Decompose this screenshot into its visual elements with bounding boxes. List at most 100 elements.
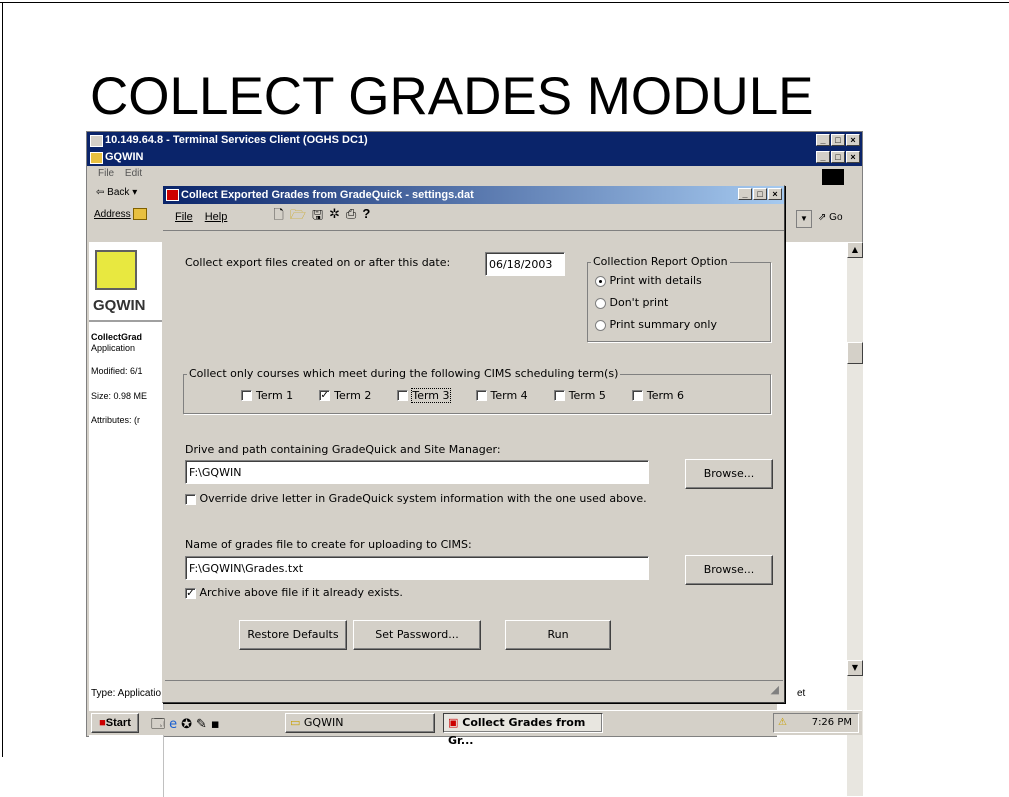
term-label: Term 2: [334, 389, 372, 402]
term-label: Term 3: [411, 388, 451, 403]
folder-icon: ▭: [290, 716, 301, 729]
close-button[interactable]: ×: [846, 134, 860, 146]
explorer-restore-button[interactable]: □: [831, 151, 845, 163]
task-collect-label: Collect Grades from Gr...: [448, 716, 586, 747]
radio-button[interactable]: [595, 275, 606, 287]
checkbox-checked[interactable]: ✓: [319, 390, 331, 401]
grades-file-field[interactable]: [185, 556, 649, 580]
task-gqwin-label: GQWIN: [303, 716, 344, 729]
dialog-title: Collect Exported Grades from GradeQuick …: [181, 189, 474, 201]
restore-defaults-button[interactable]: Restore Defaults: [239, 620, 347, 650]
explorer-menubar: File Edit: [88, 168, 848, 186]
slide-border-left: [2, 2, 3, 757]
terminal-titlebar: 10.149.64.8 - Terminal Services Client (…: [87, 132, 862, 149]
minimize-button[interactable]: _: [816, 134, 830, 146]
override-checkbox-row[interactable]: Override drive letter in GradeQuick syst…: [185, 492, 647, 505]
path-field[interactable]: [185, 460, 649, 484]
checkbox[interactable]: [475, 390, 487, 401]
media-icon[interactable]: ✎: [196, 717, 211, 732]
radio-label: Don't print: [609, 296, 669, 309]
terms-row: Term 1 ✓ Term 2 Term 3 Term 4 Term 5 Term…: [241, 388, 685, 403]
desktop-icon[interactable]: 🗔: [151, 717, 169, 732]
address-dropdown-icon[interactable]: ▼: [796, 210, 812, 228]
dialog-status-bar: ◢: [165, 680, 783, 701]
scroll-up-icon[interactable]: ▲: [847, 242, 863, 258]
date-label: Collect export files created on or after…: [185, 256, 451, 269]
dialog-maximize-button[interactable]: □: [753, 188, 767, 200]
scroll-down-icon[interactable]: ▼: [847, 660, 863, 676]
archive-checkbox[interactable]: ✓: [185, 587, 196, 599]
menu-file[interactable]: File: [98, 168, 114, 179]
set-password-button[interactable]: Set Password...: [353, 620, 481, 650]
menu-file[interactable]: File: [175, 211, 193, 223]
override-label: Override drive letter in GradeQuick syst…: [199, 492, 647, 505]
app-icon: [166, 189, 179, 201]
terminal-icon: [90, 135, 103, 147]
warning-icon[interactable]: ⚠: [778, 717, 787, 728]
term-4-checkbox[interactable]: Term 4: [475, 389, 528, 402]
scroll-thumb[interactable]: [847, 342, 863, 364]
status-text: Type: Applicatio: [91, 688, 162, 699]
status-right: et: [797, 688, 806, 699]
term-label: Term 6: [646, 389, 685, 402]
folder-heading: GQWIN: [93, 297, 146, 314]
task-gqwin[interactable]: ▭ GQWIN: [285, 713, 435, 733]
radio-button[interactable]: [595, 319, 606, 331]
checkbox[interactable]: [397, 390, 409, 401]
radio-button[interactable]: [595, 297, 606, 309]
slide-border: [0, 2, 1009, 3]
app-icon: ▣: [448, 716, 459, 729]
folder-large-icon: [95, 250, 137, 290]
dialog-toolbar: 🗋 🗁 🖫 ✲ ⎙ ?: [273, 206, 370, 228]
back-dropdown-icon[interactable]: ▾: [132, 187, 137, 198]
browse-grades-button[interactable]: Browse...: [685, 555, 773, 585]
run-button[interactable]: Run: [505, 620, 611, 650]
dialog-minimize-button[interactable]: _: [738, 188, 752, 200]
dialog-titlebar: Collect Exported Grades from GradeQuick …: [163, 186, 784, 204]
override-checkbox[interactable]: [185, 493, 196, 505]
dialog-close-button[interactable]: ×: [768, 188, 782, 200]
radio-dont-print[interactable]: Don't print: [595, 296, 668, 309]
date-field[interactable]: [485, 252, 565, 276]
ie-icon[interactable]: e: [169, 717, 181, 732]
file-attributes: Attributes: (r: [91, 415, 141, 425]
term-5-checkbox[interactable]: Term 5: [553, 389, 606, 402]
radio-print-details[interactable]: Print with details: [595, 274, 702, 287]
browse-path-button[interactable]: Browse...: [685, 459, 773, 489]
term-label: Term 4: [490, 389, 528, 402]
open-folder-icon[interactable]: 🗁: [290, 206, 306, 228]
term-6-checkbox[interactable]: Term 6: [631, 389, 685, 402]
settings-icon[interactable]: ✲: [329, 206, 340, 228]
menu-edit[interactable]: Edit: [125, 168, 142, 179]
explorer-close-button[interactable]: ×: [846, 151, 860, 163]
cmd-icon[interactable]: ▪: [211, 717, 224, 732]
menu-help[interactable]: Help: [205, 211, 228, 223]
new-file-icon[interactable]: 🗋: [273, 206, 283, 228]
explorer-minimize-button[interactable]: _: [816, 151, 830, 163]
restore-button[interactable]: □: [831, 134, 845, 146]
resize-grip-icon[interactable]: ◢: [771, 683, 779, 696]
back-arrow-icon: ⇦: [96, 187, 105, 198]
outlook-icon[interactable]: ✪: [181, 717, 196, 732]
clock: 7:26 PM: [811, 717, 852, 728]
go-button[interactable]: ⇗ Go: [818, 212, 843, 223]
back-button[interactable]: Back: [107, 187, 129, 198]
task-collect-grades[interactable]: ▣ Collect Grades from Gr...: [443, 713, 603, 747]
report-group-label: Collection Report Option: [591, 255, 730, 268]
folder-icon: [133, 208, 148, 220]
go-arrow-icon: ⇗: [818, 212, 827, 223]
term-1-checkbox[interactable]: Term 1: [241, 389, 293, 402]
save-icon[interactable]: 🖫: [312, 206, 323, 228]
checkbox[interactable]: [631, 390, 643, 401]
print-preview-icon[interactable]: ⎙: [346, 206, 356, 228]
term-2-checkbox[interactable]: ✓ Term 2: [319, 389, 371, 402]
help-icon[interactable]: ?: [362, 206, 370, 228]
radio-print-summary[interactable]: Print summary only: [595, 318, 717, 331]
windows-flag-icon: ■: [99, 717, 106, 729]
checkbox[interactable]: [241, 390, 252, 401]
address-label: Address: [94, 208, 131, 220]
checkbox[interactable]: [553, 390, 565, 401]
term-3-checkbox[interactable]: Term 3: [397, 388, 451, 403]
start-button[interactable]: ■Start: [91, 713, 139, 733]
archive-checkbox-row[interactable]: ✓ Archive above file if it already exist…: [185, 586, 403, 599]
